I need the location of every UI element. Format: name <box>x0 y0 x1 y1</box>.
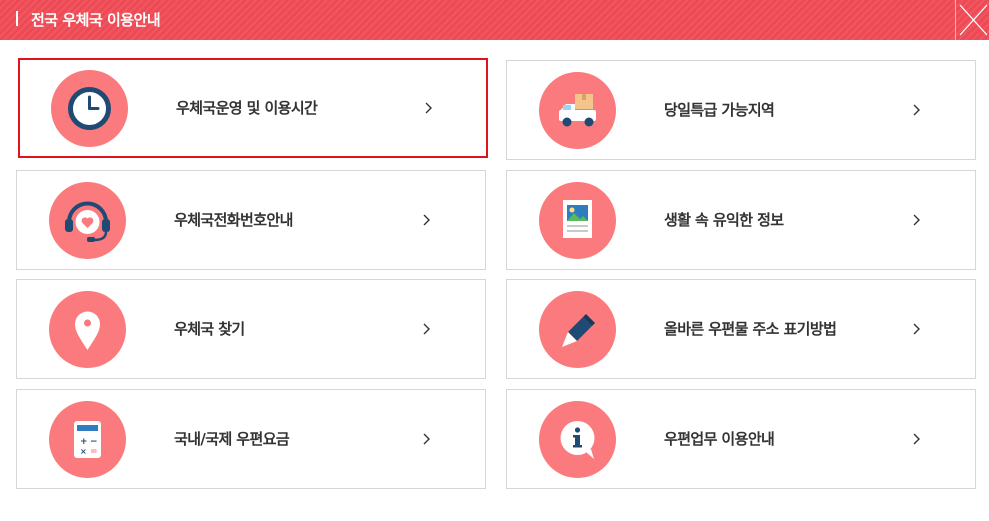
headset-icon <box>65 201 110 242</box>
page-header: 전국 우체국 이용안내 <box>0 0 989 40</box>
menu-card-find-post-office[interactable]: 우체국 찾기 <box>16 279 486 379</box>
menu-card-postal-services-guide[interactable]: 우편업무 이용안내 <box>506 389 976 489</box>
menu-card-label: 당일특급 가능지역 <box>664 101 775 119</box>
chevron-right-icon <box>425 102 432 114</box>
chevron-right-icon <box>913 214 920 226</box>
close-icon <box>959 4 988 36</box>
icon-circle <box>49 291 126 368</box>
icon-circle <box>539 72 616 149</box>
icon-circle: + − × = <box>49 401 126 478</box>
menu-card-phone-directory[interactable]: 우체국전화번호안내 <box>16 170 486 270</box>
page-title: 전국 우체국 이용안내 <box>31 11 161 29</box>
menu-card-hours[interactable]: 우체국운영 및 이용시간 <box>18 58 488 158</box>
clock-icon <box>68 87 111 130</box>
icon-circle <box>539 401 616 478</box>
icon-circle <box>539 291 616 368</box>
menu-card-label: 국내/국제 우편요금 <box>174 430 290 448</box>
menu-card-same-day-delivery[interactable]: 당일특급 가능지역 <box>506 60 976 160</box>
menu-card-label: 생활 속 유익한 정보 <box>664 211 784 229</box>
chevron-right-icon <box>913 104 920 116</box>
menu-card-postal-rates[interactable]: + − × = 국내/국제 우편요금 <box>16 389 486 489</box>
menu-card-label: 우편업무 이용안내 <box>664 430 775 448</box>
close-button[interactable] <box>955 0 989 40</box>
menu-card-life-info[interactable]: 생활 속 유익한 정보 <box>506 170 976 270</box>
picture-document-icon <box>563 200 592 238</box>
chevron-right-icon <box>913 433 920 445</box>
header-accent-bar <box>16 11 18 26</box>
svg-text:+: + <box>80 437 88 447</box>
svg-text:−: − <box>90 437 98 447</box>
chevron-right-icon <box>423 214 430 226</box>
chevron-right-icon <box>423 433 430 445</box>
delivery-truck-icon <box>559 94 596 127</box>
calculator-icon: + − × = <box>74 421 101 458</box>
location-pin-icon <box>75 311 100 350</box>
chevron-right-icon <box>913 323 920 335</box>
menu-card-label: 우체국운영 및 이용시간 <box>176 99 318 117</box>
icon-circle <box>51 70 128 147</box>
menu-card-address-format[interactable]: 올바른 우편물 주소 표기방법 <box>506 279 976 379</box>
menu-card-label: 우체국전화번호안내 <box>174 211 293 229</box>
icon-circle <box>49 182 126 259</box>
chevron-right-icon <box>423 323 430 335</box>
icon-circle <box>539 182 616 259</box>
info-bubble-icon <box>560 421 595 459</box>
menu-card-label: 올바른 우편물 주소 표기방법 <box>664 320 837 338</box>
svg-text:×: × <box>80 447 87 456</box>
menu-card-label: 우체국 찾기 <box>174 320 245 338</box>
pencil-icon <box>562 314 595 347</box>
svg-text:=: = <box>90 447 98 457</box>
